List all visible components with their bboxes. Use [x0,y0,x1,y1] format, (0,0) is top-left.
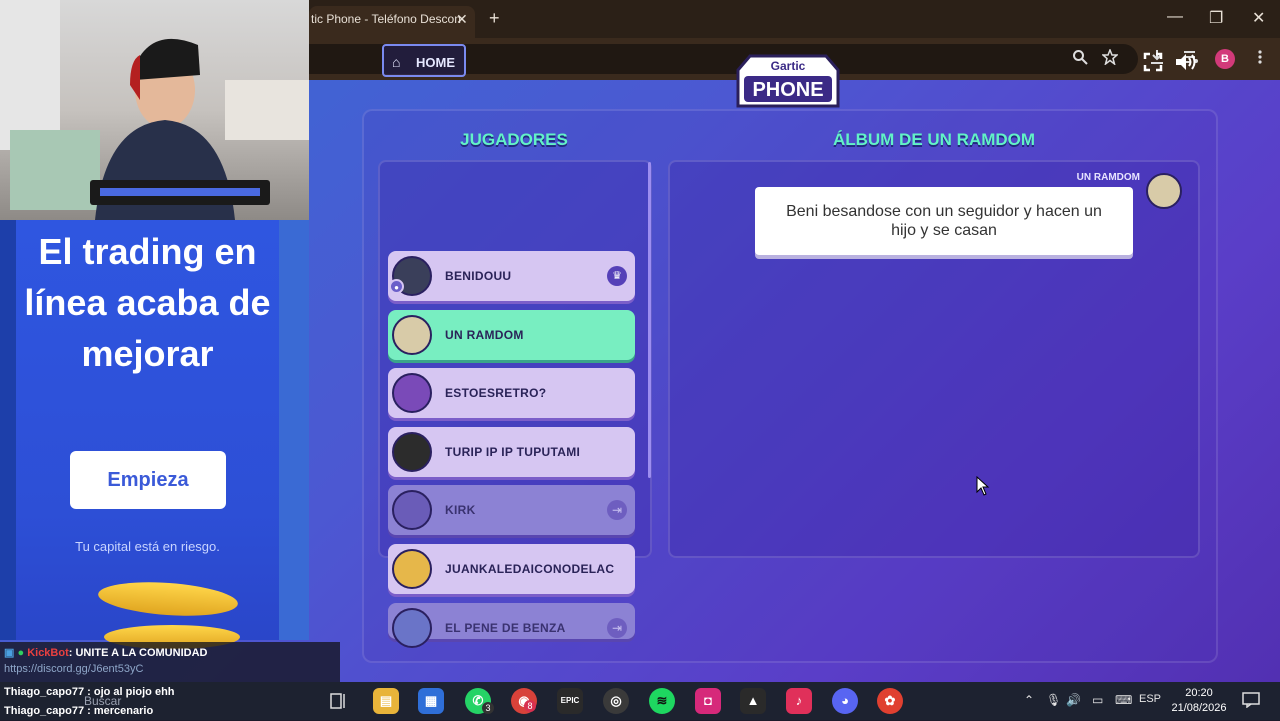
bookmark-star-icon[interactable] [1102,49,1118,65]
network-icon[interactable]: ▭ [1092,693,1103,707]
players-heading: JUGADORES [460,130,568,149]
home-button[interactable]: ⌂ HOME [382,44,466,77]
logo-main-text: PHONE [752,79,823,101]
epic-games-icon[interactable]: EPIC [557,688,583,714]
profile-avatar[interactable]: B [1215,49,1235,69]
new-tab-icon[interactable]: + [489,8,500,29]
obs-icon[interactable]: ◎ [603,688,629,714]
chat-bot-name: KickBot [27,647,69,659]
ad-right-strip [279,220,309,640]
tab-title: tic Phone - Teléfono Descon [311,12,461,26]
chat-link[interactable]: https://discord.gg/J6ent53yC [4,663,143,675]
spotify-icon[interactable]: ≋ [649,688,675,714]
home-label: HOME [416,55,455,70]
instagram-icon[interactable]: ◘ [695,688,721,714]
windows-taskbar [0,682,1280,720]
webcam-person-image [0,0,309,220]
display-icon[interactable]: ⌨ [1115,693,1132,707]
whatsapp-badge: 3 [482,702,494,714]
window-close-icon[interactable]: ✕ [1252,8,1265,28]
microphone-icon[interactable]: 🎙 [1046,693,1061,707]
discord-icon[interactable]: ◕ [832,688,858,714]
home-icon: ⌂ [392,54,401,70]
mouse-cursor-icon [976,476,990,496]
clock-time: 20:20 [1185,687,1213,699]
gartic-phone-logo: Gartic PHONE [736,54,840,108]
chat-user-2: Thiago_capo77 [4,705,85,717]
zoom-icon[interactable] [1072,49,1088,65]
player-avatar [392,432,432,472]
color-app-icon[interactable]: ✿ [877,688,903,714]
player-avatar [392,373,432,413]
chat-bot-line: ▣ ● KickBot: UNITE A LA COMUNIDAD [4,647,208,659]
player-row[interactable]: UN RAMDOM [388,310,635,360]
album-author: UN RAMDOM [1076,172,1140,183]
sound-icon[interactable] [1174,52,1200,72]
player-row[interactable]: JUANKALEDAICONODELAC [388,544,635,594]
player-avatar [392,608,432,648]
ad-start-button[interactable]: Empieza [70,451,226,509]
ad-left-edge [0,220,16,640]
tiktok-icon[interactable]: ♪ [786,688,812,714]
task-view-icon[interactable] [329,692,347,710]
player-name: EL PENE DE BENZA [445,621,566,635]
taskbar-search[interactable]: Buscar [84,694,121,708]
player-row[interactable]: TURIP IP IP TUPUTAMI [388,427,635,477]
player-avatar [392,490,432,530]
album-heading: ÁLBUM DE UN RAMDOM [832,130,1036,149]
notifications-icon[interactable] [1242,692,1260,708]
minimize-icon[interactable]: — [1167,8,1183,26]
ad-title: El trading en línea acaba de mejorar [24,231,271,374]
ad-risk-notice: Tu capital está en riesgo. [75,539,220,554]
player-avatar [392,315,432,355]
file-explorer-icon[interactable]: ▤ [373,688,399,714]
maximize-icon[interactable]: ❐ [1209,8,1223,28]
browser-tab[interactable]: tic Phone - Teléfono Descon [309,6,475,38]
player-name: ESTOESRETRO? [445,386,547,400]
player-row[interactable]: ESTOESRETRO? [388,368,635,418]
player-name: BENIDOUU [445,269,512,283]
player-avatar [392,549,432,589]
player-name: KIRK [445,503,476,517]
player-row[interactable]: BENIDOUU ♛ ● [388,251,635,301]
chrome-badge: 8 [524,700,536,712]
album-message-bubble: Beni besandose con un seguidor y hacen u… [755,187,1133,255]
webcam-overlay [0,0,309,220]
you-indicator-icon: ● [389,279,404,294]
chat-bot-message: : UNITE A LA COMUNIDAD [68,647,208,659]
player-row[interactable]: KIRK ⇥ [388,485,635,535]
app-triangle-icon[interactable]: ▲ [740,688,766,714]
player-name: UN RAMDOM [445,328,524,342]
player-name: TURIP IP IP TUPUTAMI [445,445,581,459]
tab-close-icon[interactable]: ✕ [456,11,468,28]
taskbar-clock[interactable]: 20:20 21/08/2026 [1166,686,1232,716]
logo-top-text: Gartic [771,59,806,73]
author-avatar [1146,173,1182,209]
language-indicator[interactable]: ESP [1139,693,1161,705]
store-icon[interactable]: ▦ [418,688,444,714]
volume-icon[interactable]: 🔊 [1066,693,1081,707]
clock-date: 21/08/2026 [1171,702,1227,714]
player-left-icon: ⇥ [607,500,627,520]
menu-kebab-icon[interactable] [1252,49,1268,65]
player-name: JUANKALEDAICONODELAC [445,562,615,576]
fullscreen-icon[interactable] [1143,52,1163,72]
chat-user-1: Thiago_capo77 [4,686,85,698]
host-crown-icon: ♛ [607,266,627,286]
players-scrollbar[interactable] [648,162,651,478]
album-message: Beni besandose con un seguidor y hacen u… [786,203,1102,239]
player-left-icon: ⇥ [607,618,627,638]
tray-expand-icon[interactable]: ⌃ [1024,693,1034,707]
player-row[interactable]: EL PENE DE BENZA ⇥ [388,603,635,648]
